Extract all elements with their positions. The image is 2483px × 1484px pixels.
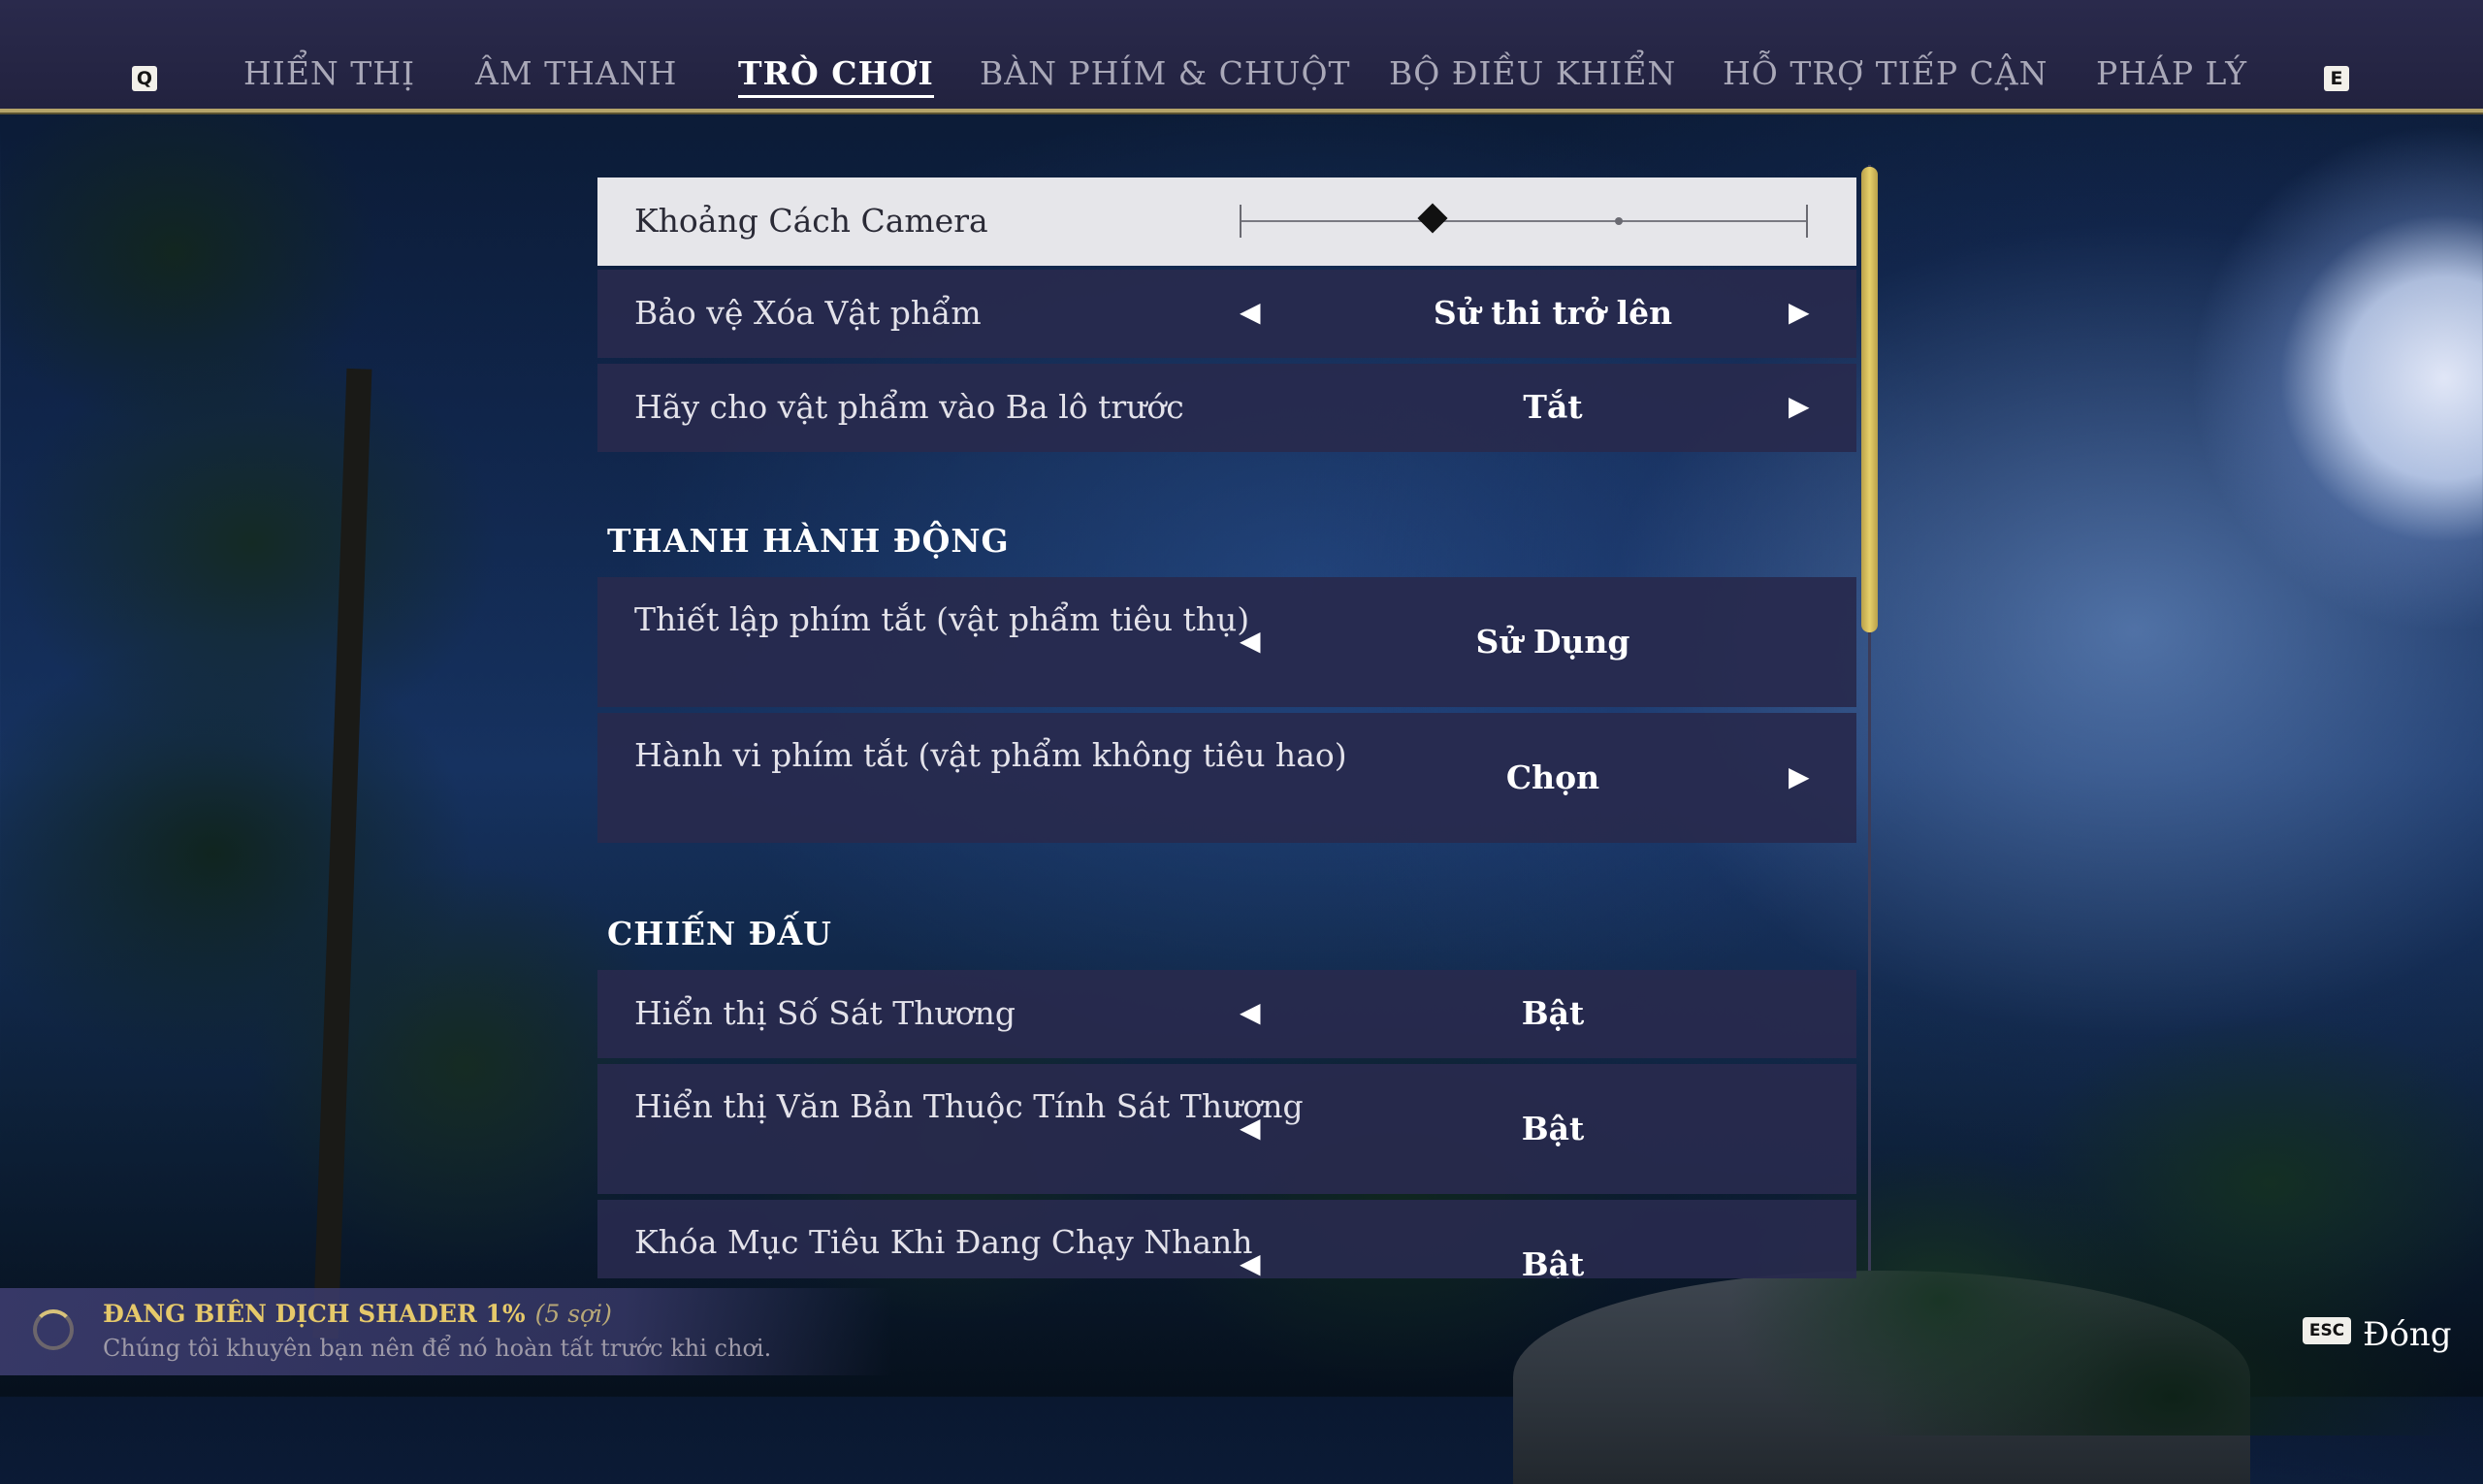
tab-keyboard-mouse[interactable]: BÀN PHÍM & CHUỘT [980,54,1351,92]
scrollbar-thumb[interactable] [1861,167,1878,632]
shader-compile-status: ĐANG BIÊN DỊCH SHADER 1% (5 sợi) Chúng tô… [0,1288,892,1375]
setting-value: Tắt [1523,388,1583,426]
slider-thumb[interactable] [1417,203,1448,234]
chevron-left-icon[interactable]: ◀ [1240,1113,1261,1143]
setting-value: Bật [1521,1110,1585,1147]
section-heading-combat: CHIẾN ĐẤU [607,915,832,952]
settings-list: Khoảng Cách Camera Bảo vệ Xóa Vật phẩm ◀… [596,176,1856,1278]
chevron-right-icon[interactable]: ▶ [1789,392,1810,421]
status-title-text: ĐANG BIÊN DỊCH SHADER 1% [103,1300,526,1328]
setting-label: Hãy cho vật phẩm vào Ba lô trước [634,388,1184,426]
status-message: Chúng tôi khuyên bạn nên để nó hoàn tất … [103,1335,772,1362]
setting-label: Khóa Mục Tiêu Khi Đang Chạy Nhanh [634,1223,1253,1261]
settings-tab-bar: Q HIỂN THỊ ÂM THANH TRÒ CHƠI BÀN PHÍM & … [0,0,2483,113]
tab-display[interactable]: HIỂN THỊ [243,54,415,92]
chevron-left-icon[interactable]: ◀ [1240,1249,1261,1278]
loading-spinner-icon [33,1309,74,1350]
setting-value: Sử Dụng [1475,623,1630,661]
close-label: Đóng [2363,1315,2452,1354]
status-thread-count: (5 sợi) [534,1300,612,1328]
setting-label: Bảo vệ Xóa Vật phẩm [634,294,982,332]
setting-row-camera-distance[interactable]: Khoảng Cách Camera [597,177,1856,266]
section-heading-action-bar: THANH HÀNH ĐỘNG [607,522,1010,560]
slider-max-cap [1806,205,1808,238]
chevron-left-icon[interactable]: ◀ [1240,627,1261,656]
setting-row-damage-attribute-text[interactable]: Hiển thị Văn Bản Thuộc Tính Sát Thương ◀… [597,1064,1856,1194]
setting-row-target-lock-sprint[interactable]: Khóa Mục Tiêu Khi Đang Chạy Nhanh ◀ Bật [597,1200,1856,1278]
slider-min-cap [1240,205,1242,238]
setting-value: Sử thi trở lên [1433,294,1673,332]
setting-value: Bật [1521,1245,1585,1278]
setting-row-shortcut-consumable[interactable]: Thiết lập phím tắt (vật phẩm tiêu thụ) ◀… [597,577,1856,707]
slider-tick [1615,217,1623,225]
chevron-right-icon[interactable]: ▶ [1789,762,1810,791]
tab-accessibility[interactable]: HỖ TRỢ TIẾP CẬN [1723,54,2048,92]
tab-gameplay[interactable]: TRÒ CHƠI [738,54,934,98]
setting-value: Chọn [1505,758,1600,796]
slider-track [1240,220,1808,222]
setting-label: Hiển thị Văn Bản Thuộc Tính Sát Thương [634,1087,1304,1125]
status-title: ĐANG BIÊN DỊCH SHADER 1% (5 sợi) [103,1300,612,1328]
chevron-left-icon[interactable]: ◀ [1240,998,1261,1027]
setting-row-backpack-first[interactable]: Hãy cho vật phẩm vào Ba lô trước Tắt ▶ [597,364,1856,452]
setting-label: Hành vi phím tắt (vật phẩm không tiêu ha… [634,736,1347,774]
prev-tab-key-hint[interactable]: Q [132,66,157,91]
setting-row-salvage-protection[interactable]: Bảo vệ Xóa Vật phẩm ◀ Sử thi trở lên ▶ [597,270,1856,358]
chevron-right-icon[interactable]: ▶ [1789,298,1810,327]
tab-controller[interactable]: BỘ ĐIỀU KHIỂN [1389,54,1676,92]
tab-legal[interactable]: PHÁP LÝ [2096,54,2247,92]
setting-label: Thiết lập phím tắt (vật phẩm tiêu thụ) [634,600,1250,638]
chevron-left-icon[interactable]: ◀ [1240,298,1261,327]
tab-audio[interactable]: ÂM THANH [475,54,677,92]
setting-row-damage-numbers[interactable]: Hiển thị Số Sát Thương ◀ Bật [597,970,1856,1058]
setting-value: Bật [1521,994,1585,1032]
next-tab-key-hint[interactable]: E [2324,66,2349,91]
setting-row-shortcut-nonconsumable[interactable]: Hành vi phím tắt (vật phẩm không tiêu ha… [597,713,1856,843]
esc-key-icon: ESC [2303,1317,2351,1344]
setting-label: Hiển thị Số Sát Thương [634,994,1016,1032]
